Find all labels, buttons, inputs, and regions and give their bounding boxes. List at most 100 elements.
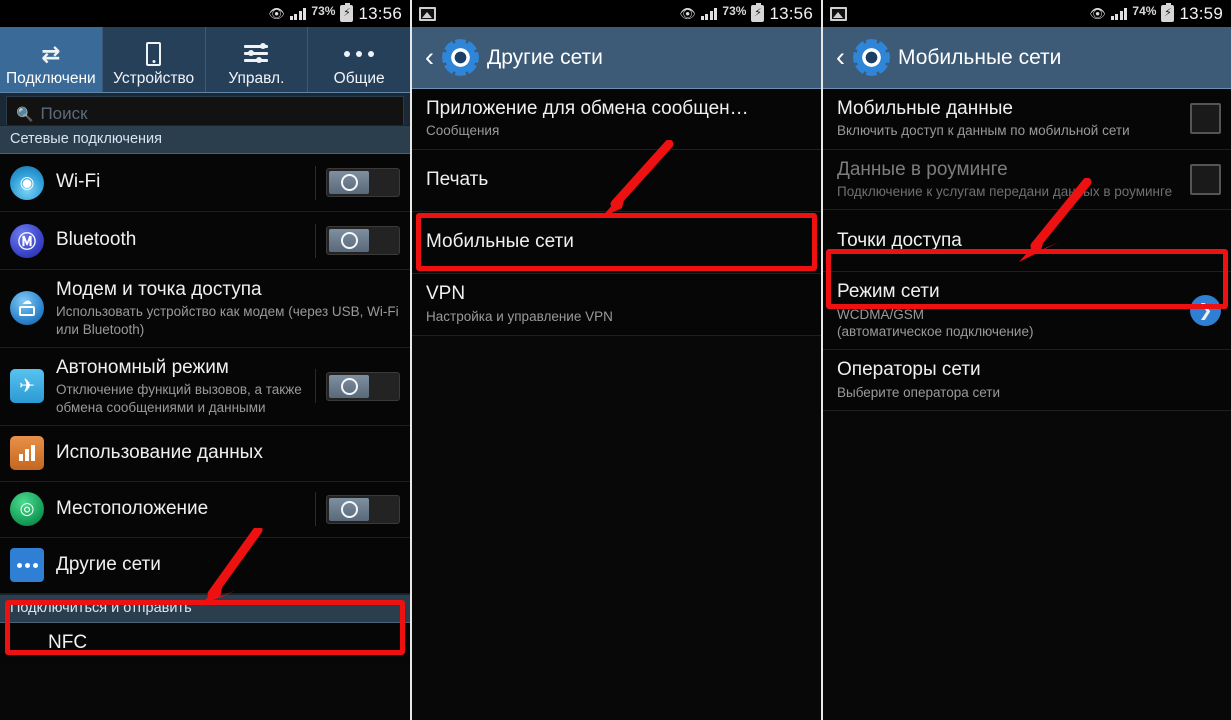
back-chevron-icon[interactable]: ‹ bbox=[425, 44, 434, 71]
list-item-title: Печать bbox=[426, 168, 489, 190]
list-item-title: Wi-Fi bbox=[56, 171, 101, 193]
status-clock: 13:56 bbox=[358, 3, 402, 23]
data-roaming-checkbox[interactable] bbox=[1190, 164, 1221, 195]
tab-controls[interactable]: Управл. bbox=[206, 27, 309, 92]
list-item-subtitle: Настройка и управление VPN bbox=[426, 308, 613, 324]
search-area: 🔍 Поиск bbox=[0, 93, 410, 125]
signal-icon bbox=[289, 7, 307, 20]
list-item-mobile-networks[interactable]: Мобильные сети bbox=[412, 211, 821, 274]
battery-charging-icon: ⚡ bbox=[751, 3, 765, 22]
eye-icon: 👁 bbox=[679, 6, 696, 21]
bluetooth-toggle[interactable] bbox=[326, 226, 400, 255]
list-item-messaging-app[interactable]: Приложение для обмена сообщен… Сообщения bbox=[412, 89, 821, 150]
tab-device-label: Устройство bbox=[113, 70, 195, 87]
section-header-network: Сетевые подключения bbox=[0, 125, 410, 154]
action-bar: ‹ Мобильные сети bbox=[823, 27, 1231, 89]
more-dots-icon bbox=[344, 40, 375, 68]
image-icon bbox=[830, 6, 847, 21]
list-item-wifi[interactable]: ◉ Wi-Fi bbox=[0, 154, 410, 212]
list-item-title: Режим сети bbox=[837, 281, 940, 303]
list-item-subtitle: Подключение к услугам передани данных в … bbox=[837, 184, 1173, 200]
list-item-title: Использование данных bbox=[56, 442, 263, 464]
page-title: Мобильные сети bbox=[898, 45, 1062, 69]
list-item-nfc[interactable]: NFC bbox=[0, 622, 410, 664]
tab-general[interactable]: Общие bbox=[308, 27, 410, 92]
list-item-other-networks[interactable]: Другие сети bbox=[0, 537, 410, 594]
sliders-icon bbox=[244, 40, 269, 68]
list-item-data-roaming[interactable]: Данные в роуминге Подключение к услугам … bbox=[823, 149, 1231, 211]
list-item-title: Мобильные сети bbox=[426, 230, 574, 252]
status-bar: 👁 74% ⚡ 13:59 bbox=[823, 0, 1231, 27]
mobile-data-checkbox[interactable] bbox=[1190, 103, 1221, 135]
status-bar: 👁 73% ⚡ 13:56 bbox=[412, 0, 821, 27]
status-clock: 13:56 bbox=[769, 3, 813, 23]
wifi-icon: ◉ bbox=[10, 165, 44, 200]
list-item-access-points[interactable]: Точки доступа bbox=[823, 210, 1231, 273]
back-chevron-icon[interactable]: ‹ bbox=[836, 44, 845, 71]
list-item-subtitle: Выберите оператора сети bbox=[837, 384, 1001, 400]
data-usage-icon bbox=[10, 436, 44, 471]
list-item-title: Местоположение bbox=[56, 498, 209, 520]
search-placeholder: Поиск bbox=[40, 104, 88, 123]
eye-icon: 👁 bbox=[1089, 6, 1106, 21]
wifi-toggle[interactable] bbox=[326, 168, 400, 197]
status-bar: 👁 73% ⚡ 13:56 bbox=[0, 0, 410, 27]
list-item-location[interactable]: ◎ Местоположение bbox=[0, 481, 410, 538]
bluetooth-icon: Ⓜ bbox=[10, 223, 44, 258]
tab-general-label: Общие bbox=[333, 70, 385, 87]
search-icon: 🔍 bbox=[16, 105, 34, 122]
image-icon bbox=[419, 6, 436, 21]
list-item-subtitle: Включить доступ к данным по мобильной се… bbox=[837, 123, 1130, 139]
location-toggle[interactable] bbox=[326, 494, 400, 524]
list-item-airplane-mode[interactable]: ✈ Автономный режим Отключение функций вы… bbox=[0, 347, 410, 426]
tethering-icon: ☁ bbox=[10, 291, 44, 326]
battery-charging-icon: ⚡ bbox=[1161, 3, 1175, 22]
chevron-right-icon[interactable]: ❯ bbox=[1190, 295, 1221, 327]
list-item-title: Другие сети bbox=[56, 554, 161, 576]
phone-screen-connections: 👁 73% ⚡ 13:56 ⇄ Подключени Устройство Уп… bbox=[0, 0, 410, 720]
list-item-subtitle: Сообщения bbox=[426, 123, 500, 139]
tab-connections[interactable]: ⇄ Подключени bbox=[0, 27, 103, 92]
battery-percent: 74% bbox=[1132, 3, 1157, 18]
list-item-title: VPN bbox=[426, 283, 466, 305]
phone-icon bbox=[146, 40, 162, 68]
list-item-title: Приложение для обмена сообщен… bbox=[426, 98, 749, 119]
list-item-network-mode[interactable]: Режим сети WCDMA/GSM (автоматическое под… bbox=[823, 272, 1231, 351]
list-item-tethering[interactable]: ☁ Модем и точка доступа Использовать уст… bbox=[0, 270, 410, 348]
tab-controls-label: Управл. bbox=[228, 70, 285, 87]
list-item-title: Операторы сети bbox=[837, 359, 981, 381]
tab-device[interactable]: Устройство bbox=[103, 27, 206, 92]
list-item-subtitle: WCDMA/GSM (автоматическое подключение) bbox=[837, 306, 1034, 340]
list-item-network-operators[interactable]: Операторы сети Выберите оператора сети bbox=[823, 350, 1231, 411]
list-item-title: Данные в роуминге bbox=[837, 158, 1008, 180]
phone-screen-mobile-networks: 👁 74% ⚡ 13:59 ‹ Мобильные сети Мобильные… bbox=[823, 0, 1231, 720]
more-networks-icon bbox=[10, 548, 44, 583]
list-item-data-usage[interactable]: Использование данных bbox=[0, 425, 410, 482]
list-item-print[interactable]: Печать bbox=[412, 149, 821, 212]
settings-gear-icon bbox=[856, 42, 887, 73]
location-icon: ◎ bbox=[10, 492, 44, 527]
swap-arrows-icon: ⇄ bbox=[41, 40, 61, 67]
list-item-bluetooth[interactable]: Ⓜ Bluetooth bbox=[0, 212, 410, 270]
battery-charging-icon: ⚡ bbox=[340, 3, 354, 22]
list-item-subtitle: Использовать устройство как модем (через… bbox=[56, 304, 399, 337]
battery-percent: 73% bbox=[311, 3, 336, 18]
airplane-icon: ✈ bbox=[10, 369, 44, 404]
list-item-subtitle: Отключение функций вызовов, а также обме… bbox=[56, 382, 302, 415]
list-item-title: NFC bbox=[48, 631, 88, 653]
page-title: Другие сети bbox=[487, 45, 603, 69]
status-clock: 13:59 bbox=[1179, 3, 1223, 23]
section-header-connect-share: Подключиться и отправить bbox=[0, 593, 410, 623]
screenshot-root: 👁 73% ⚡ 13:56 ⇄ Подключени Устройство Уп… bbox=[0, 0, 1231, 720]
action-bar: ‹ Другие сети bbox=[412, 27, 821, 89]
airplane-toggle[interactable] bbox=[326, 371, 400, 401]
signal-icon bbox=[700, 7, 718, 20]
signal-icon bbox=[1110, 7, 1128, 20]
list-item-title: Автономный режим bbox=[56, 356, 229, 378]
search-input[interactable]: 🔍 Поиск bbox=[6, 96, 404, 125]
list-item-mobile-data[interactable]: Мобильные данные Включить доступ к данны… bbox=[823, 89, 1231, 150]
list-item-title: Модем и точка доступа bbox=[56, 279, 262, 300]
list-item-vpn[interactable]: VPN Настройка и управление VPN bbox=[412, 273, 821, 336]
eye-icon: 👁 bbox=[268, 6, 285, 21]
tab-connections-label: Подключени bbox=[6, 70, 96, 87]
